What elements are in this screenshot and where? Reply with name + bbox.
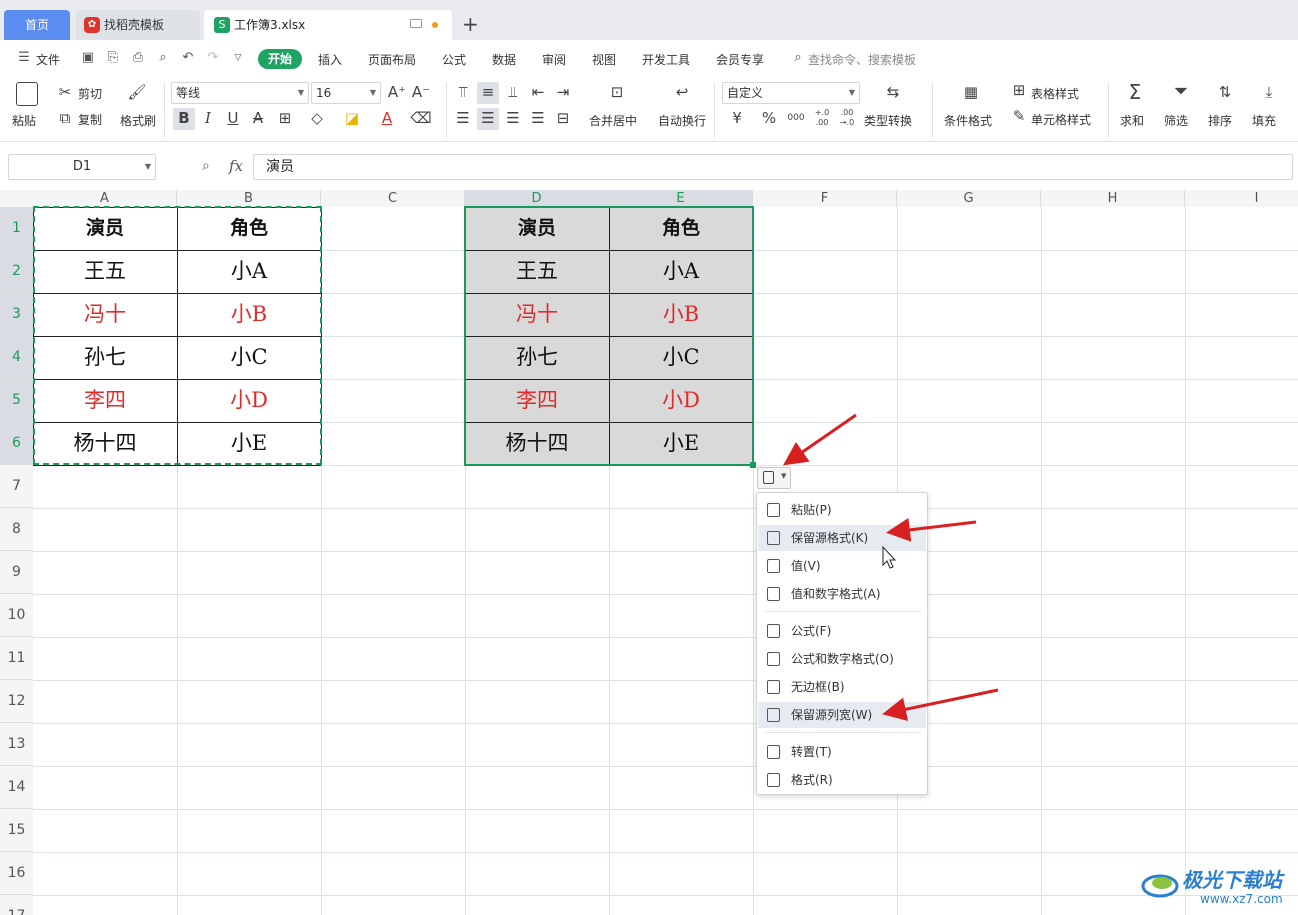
watermark-logo-icon	[1141, 874, 1179, 898]
watermark: 极光下载站 www.xz7.com	[1140, 860, 1295, 910]
annotation-arrow	[783, 413, 857, 466]
annotation-overlay	[783, 413, 999, 722]
watermark-url: www.xz7.com	[1200, 892, 1283, 906]
annotation-arrow	[886, 517, 977, 542]
annotation-arrow	[882, 688, 999, 722]
mouse-cursor-icon	[882, 545, 897, 569]
watermark-title: 极光下载站	[1182, 868, 1282, 892]
